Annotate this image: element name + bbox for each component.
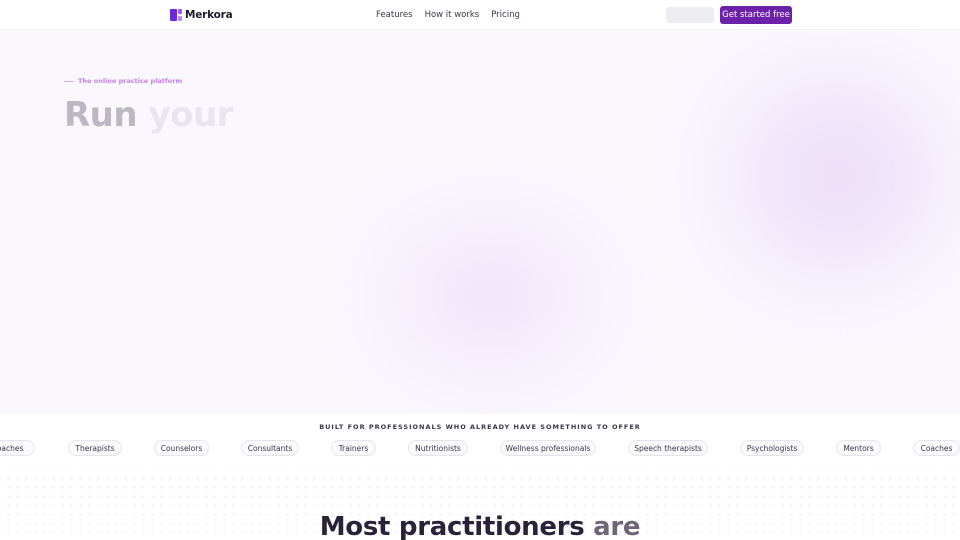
profession-chip: Nutritionists [408, 440, 468, 456]
nav-link-how-it-works[interactable]: How it works [425, 10, 480, 20]
get-started-button[interactable]: Get started free [720, 6, 792, 24]
nav-link-pricing[interactable]: Pricing [491, 10, 520, 20]
profession-chip: Counselors [154, 440, 209, 456]
profession-chip: Psychologists [740, 440, 804, 456]
section-title: Most practitioners are [0, 512, 960, 540]
brand-name: Merkora [185, 9, 233, 21]
section-title-part: are [593, 512, 641, 540]
hero-title-word: your [148, 95, 233, 135]
professions-marquee: Coaches Therapists Counselors Consultant… [0, 440, 960, 456]
hero-title: Run your [64, 95, 233, 135]
eyebrow-dash-icon [64, 80, 74, 82]
top-nav: Merkora Features How it works Pricing Ge… [0, 0, 960, 30]
hero-eyebrow: The online practice platform [64, 77, 182, 85]
hero-section: The online practice platform Run your [0, 31, 960, 414]
professions-label: BUILT FOR PROFESSIONALS WHO ALREADY HAVE… [319, 423, 641, 431]
profession-chip: Therapists [68, 440, 122, 456]
section-title-part: Most practitioners [319, 512, 585, 540]
profession-chip: Wellness professionals [500, 440, 596, 456]
nav-link-features[interactable]: Features [376, 10, 413, 20]
profession-chip: Speech therapists [628, 440, 708, 456]
profession-chip: Coaches [913, 440, 960, 456]
profession-chip: Trainers [331, 440, 376, 456]
hero-eyebrow-text: The online practice platform [78, 77, 183, 85]
nav-links: Features How it works Pricing [376, 0, 520, 30]
brand-logo[interactable]: Merkora [170, 8, 233, 22]
hero-title-word: Run [64, 95, 138, 135]
profession-chip: Coaches [0, 440, 35, 456]
brand-mark-icon [170, 9, 182, 21]
hero-gradient-blob [340, 221, 640, 371]
sign-in-button[interactable] [666, 7, 714, 23]
hero-gradient-blob [690, 61, 960, 291]
profession-chip: Mentors [836, 440, 881, 456]
profession-chip: Consultants [241, 440, 299, 456]
